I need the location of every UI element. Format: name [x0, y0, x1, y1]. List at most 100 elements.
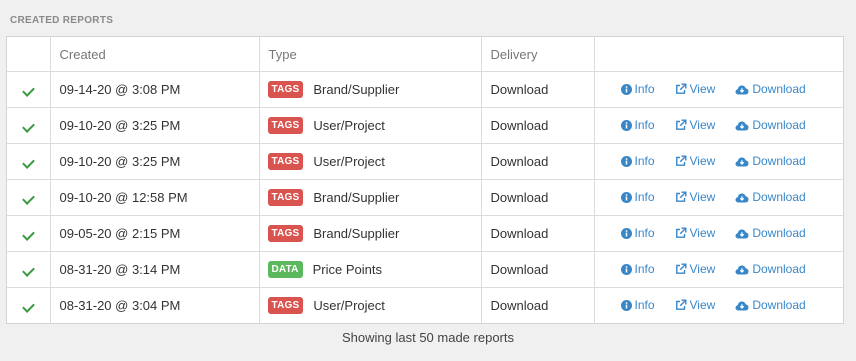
download-link-label: Download [752, 262, 806, 276]
download-link[interactable]: Download [735, 190, 806, 204]
status-cell [7, 179, 51, 216]
status-cell [7, 287, 51, 323]
info-link-label: Info [634, 190, 655, 204]
info-link-label: Info [634, 298, 655, 312]
table-row: 09-14-20 @ 3:08 PM TAGS Brand/Supplier Down… [7, 71, 843, 108]
external-link-icon [675, 119, 687, 131]
cloud-download-icon [735, 264, 749, 275]
type-badge: TAGS [267, 117, 304, 135]
download-link[interactable]: Download [735, 298, 806, 312]
table-row: 08-31-20 @ 3:14 PM DATA Price Points Downlo… [7, 251, 843, 288]
info-circle-icon [620, 155, 632, 167]
created-cell: 09-10-20 @ 3:25 PM [50, 143, 260, 180]
created-cell: 09-10-20 @ 12:58 PM [50, 179, 260, 216]
download-link[interactable]: Download [735, 82, 806, 96]
info-link[interactable]: Info [620, 154, 655, 168]
type-badge: DATA [267, 261, 303, 279]
status-cell [7, 251, 51, 288]
type-label: Brand/Supplier [313, 82, 400, 98]
table-header-row: Created Type Delivery [7, 37, 843, 72]
download-link-label: Download [752, 298, 806, 312]
status-cell [7, 143, 51, 180]
actions-cell: Info View Download [594, 143, 843, 180]
download-link[interactable]: Download [735, 226, 806, 240]
check-icon [21, 300, 35, 313]
cloud-download-icon [735, 300, 749, 311]
reports-table-container: Created Type Delivery 09-14-20 @ 3:08 PM… [6, 36, 844, 324]
delivery-cell: Download [481, 179, 595, 216]
actions-cell: Info View Download [594, 215, 843, 252]
view-link[interactable]: View [675, 82, 715, 96]
info-link[interactable]: Info [620, 190, 655, 204]
check-icon [21, 192, 35, 205]
delivery-cell: Download [481, 71, 595, 108]
download-link[interactable]: Download [735, 262, 806, 276]
type-label: User/Project [313, 118, 385, 134]
view-link-label: View [689, 297, 716, 312]
type-label: User/Project [313, 154, 385, 170]
download-link[interactable]: Download [735, 118, 806, 132]
type-badge: TAGS [267, 225, 304, 243]
view-link[interactable]: View [675, 154, 715, 168]
created-cell: 09-10-20 @ 3:25 PM [50, 107, 260, 144]
view-link-label: View [689, 189, 716, 204]
download-link[interactable]: Download [735, 154, 806, 168]
type-badge: TAGS [267, 153, 304, 171]
view-link[interactable]: View [675, 261, 716, 276]
info-link[interactable]: Info [620, 82, 655, 96]
info-link[interactable]: Info [620, 262, 655, 276]
table-row: 09-10-20 @ 3:25 PM TAGS User/Project Downlo… [7, 143, 843, 180]
external-link-icon [675, 299, 687, 311]
column-header-created: Created [50, 37, 260, 72]
section-title: CREATED REPORTS [10, 15, 114, 26]
info-link-label: Info [634, 154, 655, 168]
check-icon [21, 84, 35, 97]
info-link[interactable]: Info [620, 226, 655, 240]
created-cell: 08-31-20 @ 3:14 PM [50, 251, 260, 288]
actions-cell: Info View Download [594, 179, 843, 216]
table-row: 09-05-20 @ 2:15 PM TAGS Brand/Supplier Down… [7, 215, 843, 252]
type-badge: TAGS [267, 189, 304, 207]
cloud-download-icon [735, 120, 749, 131]
view-link[interactable]: View [675, 226, 715, 240]
table-body: 09-14-20 @ 3:08 PM TAGS Brand/Supplier Down… [7, 71, 843, 324]
type-cell: TAGS Brand/Supplier [259, 71, 482, 108]
delivery-cell: Download [481, 287, 595, 323]
info-link-label: Info [634, 262, 655, 276]
external-link-icon [675, 83, 687, 95]
column-header-delivery: Delivery [481, 37, 595, 72]
info-link-label: Info [634, 226, 655, 240]
check-icon [21, 264, 35, 277]
info-circle-icon [620, 263, 632, 275]
info-link[interactable]: Info [620, 118, 655, 132]
info-circle-icon [620, 83, 632, 95]
actions-cell: Info View Download [594, 107, 843, 144]
info-link[interactable]: Info [620, 298, 655, 312]
type-label: Price Points [312, 262, 382, 278]
external-link-icon [675, 155, 687, 167]
view-link[interactable]: View [675, 189, 716, 204]
cloud-download-icon [735, 84, 749, 95]
type-cell: TAGS User/Project [259, 107, 482, 144]
status-cell [7, 215, 51, 252]
table-row: 09-10-20 @ 12:58 PM TAGS Brand/Supplier Dow… [7, 179, 843, 216]
type-label: Brand/Supplier [313, 226, 400, 242]
actions-cell: Info View Download [594, 288, 843, 324]
info-circle-icon [620, 119, 632, 131]
table-row: 09-10-20 @ 3:25 PM TAGS User/Project Downlo… [7, 107, 843, 144]
table-row: 08-31-20 @ 3:04 PM TAGS User/Project Downlo… [7, 287, 843, 324]
column-header-status [7, 37, 51, 72]
actions-cell: Info View Download [594, 251, 843, 288]
type-badge: TAGS [267, 81, 304, 99]
delivery-cell: Download [481, 215, 595, 252]
column-header-actions [594, 37, 843, 72]
view-link-label: View [689, 261, 716, 276]
view-link[interactable]: View [675, 297, 716, 312]
cloud-download-icon [735, 192, 749, 203]
download-link-label: Download [752, 118, 806, 132]
type-label: Brand/Supplier [313, 190, 400, 206]
column-header-type: Type [259, 37, 482, 72]
check-icon [21, 156, 35, 169]
created-cell: 08-31-20 @ 3:04 PM [50, 287, 260, 323]
view-link[interactable]: View [675, 118, 715, 132]
